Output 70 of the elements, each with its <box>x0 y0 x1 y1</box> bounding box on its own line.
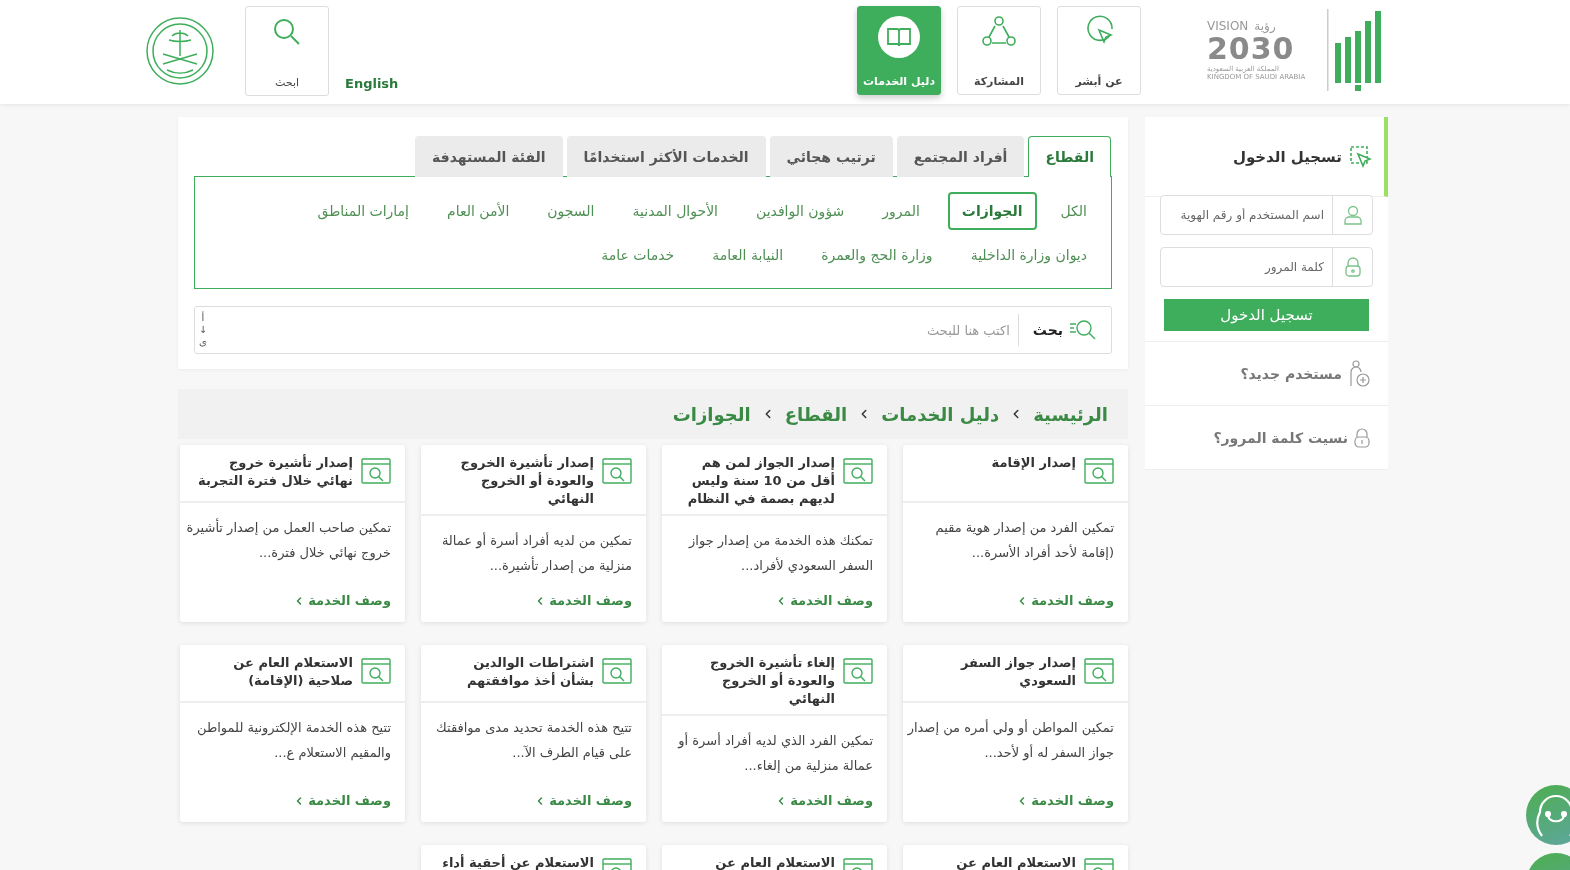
service-description: تمكين صاحب العمل من إصدار تأشيرة خروج نهائي خلال فترة... <box>185 517 391 563</box>
book-icon <box>877 15 921 59</box>
service-title: إصدار الجواز لمن هم أقل من 10 سنة وليس لديهم بصمة في النظام <box>686 454 835 508</box>
service-title: إصدار الإقامة <box>991 454 1076 472</box>
add-user-icon <box>1348 359 1370 388</box>
breadcrumb-link[interactable]: الرئيسية <box>1033 403 1108 425</box>
search-window-icon <box>602 457 632 485</box>
service-title: إصدار تأشيرة خروج نهائي خلال فترة التجربة <box>197 453 353 490</box>
lock-icon <box>1354 427 1370 448</box>
service-link[interactable]: وصف الخدمة <box>1016 593 1114 608</box>
search-window-icon <box>361 457 391 485</box>
search-window-icon <box>843 457 873 485</box>
service-link[interactable]: وصف الخدمة <box>534 593 632 608</box>
service-description: تتيح هذه الخدمة الإلكترونية للمواطن والمقيم الاستعلام ع... <box>196 719 391 763</box>
language-link[interactable]: English <box>345 76 399 91</box>
search-window-icon <box>1084 457 1114 485</box>
chatbot-button[interactable] <box>1526 785 1570 845</box>
nav-button[interactable]: دليل الخدمات <box>857 6 941 95</box>
login-button[interactable]: تسجيل الدخول <box>1164 299 1369 331</box>
breadcrumb-link[interactable]: القطاع <box>784 403 848 425</box>
sort-toggle[interactable]: أ ↓ ى <box>196 312 210 348</box>
filter-tab[interactable]: ترتيب هجائي <box>769 136 893 177</box>
service-description: تمكين الفرد الذي لديه أفراد أسرة أو عمالة منزلية من إلغاء... <box>676 731 873 776</box>
service-title: اشتراطات الوالدين بشأن أخذ موافقتهم <box>465 654 594 690</box>
service-title: الاستعلام العام عن <box>956 854 1076 870</box>
service-description: تتيح هذه الخدمة تحديد مدى موافقتك على قيام الطرف الآ... <box>435 719 632 762</box>
search-field[interactable]: بحث اكتب هنا للبحث أ ↓ ى <box>194 306 1112 354</box>
search-window-icon <box>602 657 632 685</box>
service-description: تمكين المواطن أو ولي أمره من إصدار جواز السفر له أو لأحد... <box>907 718 1114 763</box>
service-link[interactable]: وصف الخدمة <box>293 793 391 808</box>
breadcrumb-link[interactable]: الجوازات <box>672 403 751 425</box>
service-description: تمكنك هذه الخدمة من إصدار جواز السفر السعودي لأفراد... <box>687 532 873 576</box>
search-window-icon <box>1084 657 1114 685</box>
service-title: إصدار تأشيرة الخروج والعودة أو الخروج النهائي <box>459 453 594 508</box>
lock-icon <box>1344 257 1361 277</box>
login-title: تسجيل الدخول <box>1232 147 1342 166</box>
emblem-logo <box>145 16 215 86</box>
cursor-icon <box>1350 145 1372 168</box>
search-window-icon <box>843 657 873 685</box>
side-link[interactable]: نسيت كلمة المرور؟ <box>1145 406 1388 470</box>
filter-tab[interactable]: أفراد المجتمع <box>896 136 1025 177</box>
service-description: تمكين من لديه أفراد أسرة أو عمالة منزلية من إصدار تأشيرة... <box>440 531 632 576</box>
service-link[interactable]: وصف الخدمة <box>775 793 873 808</box>
service-link[interactable]: وصف الخدمة <box>775 593 873 608</box>
service-title: إلغاء تأشيرة الخروج والعودة أو الخروج النهائي <box>708 653 835 708</box>
service-title: الاستعلام العام عن صلاحية (الإقامة) <box>232 654 353 690</box>
search-icon <box>272 17 302 47</box>
network-icon <box>981 15 1017 49</box>
sector-item[interactable]: الجوازات <box>947 192 1037 230</box>
robot-face-icon <box>1534 792 1570 838</box>
password-input[interactable]: كلمة المرور <box>1161 248 1332 286</box>
service-title: الاستعلام عن أحقية أداء <box>442 853 594 870</box>
service-link[interactable]: وصف الخدمة <box>534 793 632 808</box>
side-link[interactable]: مستخدم جديد؟ <box>1145 342 1388 406</box>
service-link[interactable]: وصف الخدمة <box>1016 793 1114 808</box>
user-icon <box>1343 205 1362 225</box>
service-link[interactable]: وصف الخدمة <box>293 593 391 608</box>
search-button[interactable]: ابحث <box>245 6 329 96</box>
search-icon <box>1069 319 1097 341</box>
service-description: تمكين الفرد من إصدار هوية مقيم (إقامة لأحد أفراد الأسرة... <box>934 519 1114 563</box>
breadcrumb-link[interactable]: دليل الخدمات <box>881 403 1000 425</box>
service-title: الاستعلام العام عن <box>715 854 835 870</box>
nav-button[interactable]: المشاركة <box>957 6 1041 95</box>
filter-tab[interactable]: الخدمات الأكثر استخدامًا <box>566 136 766 177</box>
password-field[interactable]: كلمة المرور <box>1160 247 1373 287</box>
filter-tab[interactable]: القطاع <box>1028 136 1111 177</box>
nav-button[interactable]: عن أبشر <box>1057 6 1141 95</box>
search-window-icon <box>361 657 391 685</box>
service-title: إصدار جواز السفر السعودي <box>959 654 1076 690</box>
filter-tab[interactable]: الفئة المستهدفة <box>415 136 563 177</box>
